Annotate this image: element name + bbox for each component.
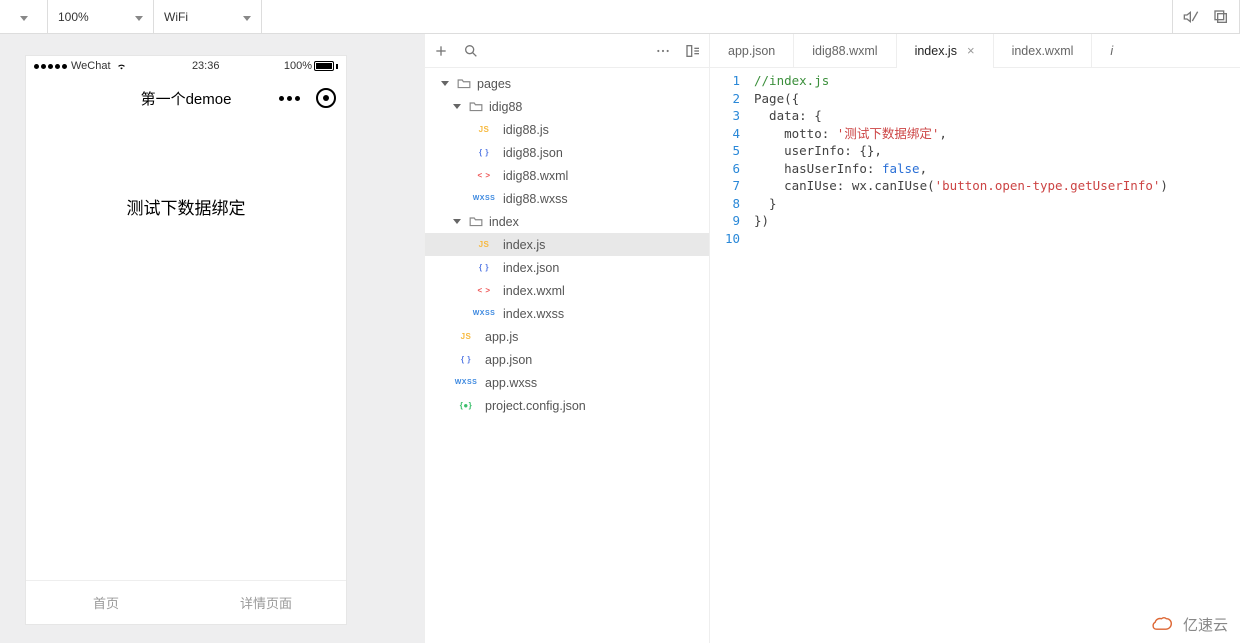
battery-icon: 100% bbox=[284, 60, 338, 72]
page-content: 测试下数据绑定 bbox=[26, 120, 346, 580]
file-idig88-json[interactable]: { }idig88.json bbox=[425, 141, 709, 164]
folder-idig88[interactable]: idig88 bbox=[425, 95, 709, 118]
file-idig88-wxml[interactable]: < >idig88.wxml bbox=[425, 164, 709, 187]
folder-pages[interactable]: pages bbox=[425, 72, 709, 95]
js-icon: JS bbox=[471, 125, 497, 134]
tab-app-json[interactable]: app.json bbox=[710, 34, 793, 67]
tab-bar: 首页 详情页面 bbox=[26, 580, 346, 624]
simulator-phone: WeChat 23:36 100% 第一个demoe bbox=[26, 56, 346, 624]
wxss-icon: WXSS bbox=[453, 379, 479, 386]
code-editor: app.json idig88.wxml index.js× index.wxm… bbox=[710, 34, 1240, 643]
tab-index-js[interactable]: index.js× bbox=[897, 34, 993, 67]
clock-label: 23:36 bbox=[192, 60, 220, 72]
tab-index-wxml[interactable]: index.wxml bbox=[994, 34, 1092, 67]
file-app-js[interactable]: JSapp.js bbox=[425, 325, 709, 348]
editor-tabs: app.json idig88.wxml index.js× index.wxm… bbox=[710, 34, 1240, 68]
chevron-down-icon bbox=[135, 10, 143, 24]
tab-detail[interactable]: 详情页面 bbox=[186, 581, 346, 624]
file-index-json[interactable]: { }index.json bbox=[425, 256, 709, 279]
file-project-config[interactable]: {●}project.config.json bbox=[425, 394, 709, 417]
file-index-wxml[interactable]: < >index.wxml bbox=[425, 279, 709, 302]
search-icon[interactable] bbox=[463, 43, 479, 59]
tab-overflow[interactable]: i bbox=[1092, 34, 1117, 67]
chevron-down-icon bbox=[20, 10, 28, 24]
close-icon[interactable]: × bbox=[967, 43, 975, 58]
file-app-wxss[interactable]: WXSSapp.wxss bbox=[425, 371, 709, 394]
config-icon: {●} bbox=[453, 401, 479, 410]
file-explorer: pages idig88 JSidig88.js { }idig88.json … bbox=[424, 34, 710, 643]
chevron-down-icon bbox=[243, 10, 251, 24]
code-content[interactable]: //index.js Page({ data: { motto: '测试下数据绑… bbox=[754, 72, 1240, 643]
code-area[interactable]: 1 2 3 4 5 6 7 8 9 10 //index.js Page({ d… bbox=[710, 68, 1240, 643]
mute-icon[interactable] bbox=[1183, 9, 1199, 25]
json-icon: { } bbox=[471, 263, 497, 272]
js-icon: JS bbox=[453, 332, 479, 341]
tab-home[interactable]: 首页 bbox=[26, 581, 186, 624]
folder-index[interactable]: index bbox=[425, 210, 709, 233]
wxml-icon: < > bbox=[471, 286, 497, 295]
json-icon: { } bbox=[453, 355, 479, 364]
explorer-toolbar bbox=[425, 34, 709, 68]
file-tree: pages idig88 JSidig88.js { }idig88.json … bbox=[425, 68, 709, 643]
simulator-toolbar: 100% WiFi bbox=[0, 0, 1240, 34]
more-options-icon[interactable] bbox=[655, 43, 671, 59]
file-idig88-wxss[interactable]: WXSSidig88.wxss bbox=[425, 187, 709, 210]
tab-idig88-wxml[interactable]: idig88.wxml bbox=[794, 34, 895, 67]
file-idig88-js[interactable]: JSidig88.js bbox=[425, 118, 709, 141]
battery-pct: 100% bbox=[284, 60, 312, 72]
folder-icon bbox=[469, 216, 483, 227]
file-app-json[interactable]: { }app.json bbox=[425, 348, 709, 371]
file-index-wxss[interactable]: WXSSindex.wxss bbox=[425, 302, 709, 325]
signal-icon bbox=[34, 64, 67, 69]
nav-bar: 第一个demoe bbox=[26, 76, 346, 120]
toggle-panel-icon[interactable] bbox=[685, 43, 701, 59]
json-icon: { } bbox=[471, 148, 497, 157]
page-title: 第一个demoe bbox=[141, 88, 232, 109]
status-bar: WeChat 23:36 100% bbox=[26, 56, 346, 76]
new-file-icon[interactable] bbox=[433, 43, 449, 59]
device-select[interactable] bbox=[0, 0, 48, 33]
network-select[interactable]: WiFi bbox=[154, 0, 262, 33]
wxss-icon: WXSS bbox=[471, 195, 497, 202]
wxml-icon: < > bbox=[471, 171, 497, 180]
simulator-panel: WeChat 23:36 100% 第一个demoe bbox=[0, 34, 424, 643]
watermark: 亿速云 bbox=[1151, 614, 1228, 635]
line-gutter: 1 2 3 4 5 6 7 8 9 10 bbox=[710, 72, 754, 643]
zoom-select[interactable]: 100% bbox=[48, 0, 154, 33]
close-miniprogram-icon[interactable] bbox=[316, 88, 336, 108]
zoom-value: 100% bbox=[58, 10, 89, 24]
folder-icon bbox=[457, 78, 471, 89]
wifi-icon bbox=[115, 61, 128, 71]
motto-text: 测试下数据绑定 bbox=[127, 194, 246, 219]
detach-window-icon[interactable] bbox=[1213, 9, 1229, 25]
file-index-js[interactable]: JSindex.js bbox=[425, 233, 709, 256]
js-icon: JS bbox=[471, 240, 497, 249]
wxss-icon: WXSS bbox=[471, 310, 497, 317]
network-value: WiFi bbox=[164, 10, 188, 24]
more-icon[interactable] bbox=[279, 96, 300, 101]
carrier-label: WeChat bbox=[71, 60, 111, 72]
folder-icon bbox=[469, 101, 483, 112]
